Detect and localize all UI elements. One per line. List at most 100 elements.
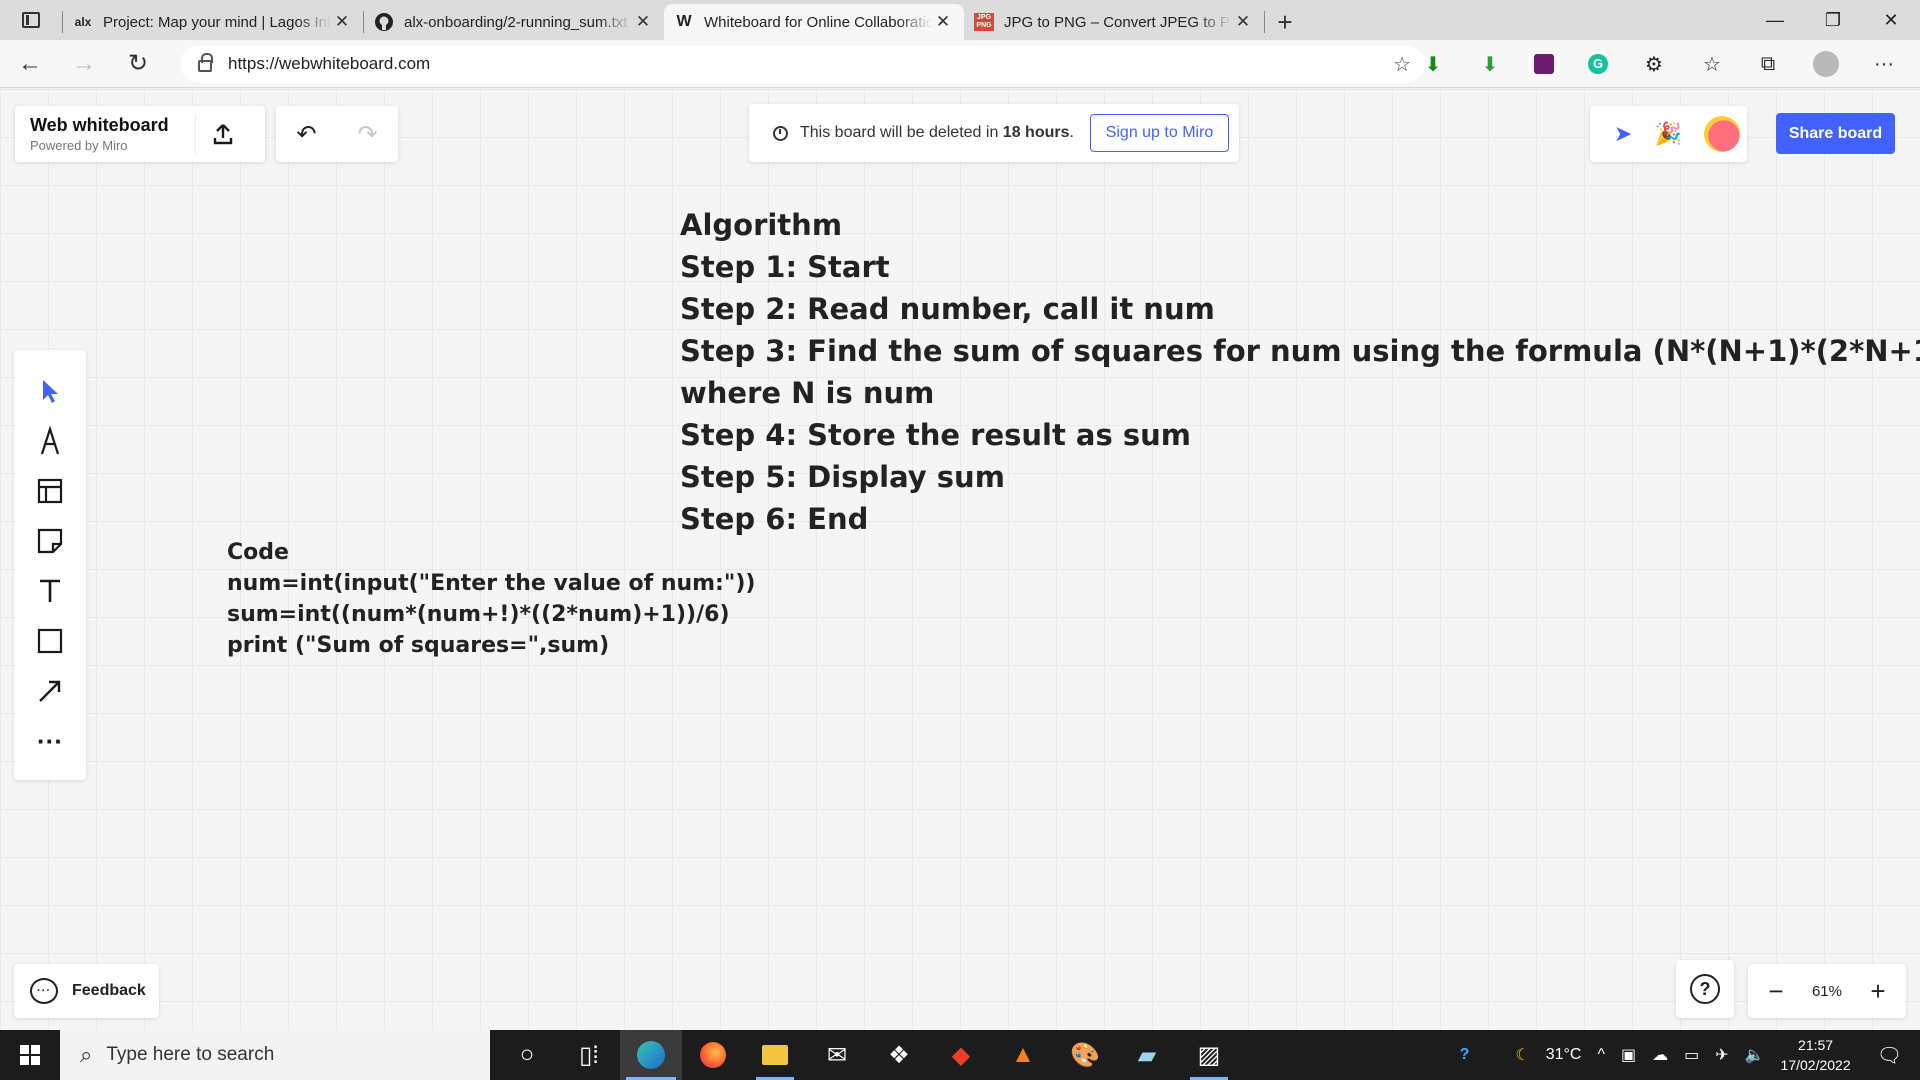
show-hidden-icons-icon[interactable]: ^ [1589, 1046, 1613, 1064]
mail-icon[interactable]: ✉ [806, 1030, 868, 1080]
help-button[interactable]: ? [1676, 960, 1734, 1018]
tab-actions-icon [22, 12, 40, 28]
upload-icon[interactable] [195, 114, 250, 154]
vlc-icon[interactable]: ▲ [992, 1030, 1054, 1080]
close-tab-icon[interactable]: ✕ [331, 12, 353, 32]
jpg-png-favicon-icon: JPG PNG [974, 13, 994, 31]
extension-app-icon[interactable] [1526, 46, 1562, 82]
algorithm-line: Step 3: Find the sum of squares for num … [680, 334, 1920, 368]
close-tab-icon[interactable]: ✕ [632, 12, 654, 32]
github-icon [374, 13, 394, 31]
alx-favicon-icon: alx [74, 15, 92, 29]
feedback-label: Feedback [72, 982, 146, 999]
collections-icon[interactable]: ⧉ [1750, 46, 1786, 82]
profile-avatar[interactable] [1808, 46, 1844, 82]
temperature[interactable]: 31°C [1538, 1046, 1590, 1064]
zoom-in-icon[interactable]: + [1858, 976, 1898, 1007]
task-view-icon[interactable]: ▯⁞ [558, 1030, 620, 1080]
cursor-filter-icon[interactable]: ➤ [1614, 121, 1632, 147]
more-menu-icon[interactable]: ··· [1866, 46, 1902, 82]
restore-icon[interactable]: ❐ [1804, 0, 1862, 40]
notepad-icon[interactable]: ▰ [1116, 1030, 1178, 1080]
grammarly-icon[interactable]: G [1580, 46, 1616, 82]
meet-now-icon[interactable]: ▣ [1613, 1045, 1644, 1065]
browser-tab-jpg-to-png[interactable]: JPG PNG JPG to PNG – Convert JPEG to PNG… [964, 4, 1264, 40]
connector-tool-icon[interactable] [26, 666, 74, 716]
zoom-controls: − 61% + [1748, 964, 1906, 1018]
sticky-note-tool-icon[interactable] [26, 516, 74, 566]
volume-icon[interactable]: 🔈 [1737, 1045, 1773, 1065]
url-text: https://webwhiteboard.com [228, 54, 431, 73]
browser-tab-github[interactable]: alx-onboarding/2-running_sum.txt ✕ [364, 4, 664, 40]
board-title: Web whiteboard [30, 115, 169, 135]
celebration-icon[interactable]: 🎉 [1654, 121, 1681, 147]
windows-taskbar: ⌕ Type here to search ○ ▯⁞ ✉ ❖ ◆ ▲ 🎨 ▰ ▨… [0, 1030, 1920, 1080]
forward-icon[interactable]: → [60, 44, 108, 84]
select-tool-icon[interactable] [26, 366, 74, 416]
taskbar-search[interactable]: ⌕ Type here to search [60, 1030, 490, 1080]
start-button[interactable] [0, 1030, 60, 1080]
notice-prefix: This board will be deleted in [800, 124, 999, 141]
undo-icon[interactable]: ↶ [276, 106, 337, 162]
zoom-level[interactable]: 61% [1812, 983, 1842, 1000]
minimize-icon[interactable]: — [1746, 0, 1804, 40]
zoom-out-icon[interactable]: − [1756, 976, 1796, 1007]
dropbox-icon[interactable]: ❖ [868, 1030, 930, 1080]
close-tab-icon[interactable]: ✕ [932, 12, 954, 32]
refresh-icon[interactable]: ↻ [114, 44, 162, 84]
close-tab-icon[interactable]: ✕ [1232, 12, 1254, 32]
algorithm-line: Step 1: Start [680, 250, 890, 284]
lock-icon [198, 53, 213, 72]
network-icon[interactable]: ✈ [1707, 1045, 1736, 1065]
close-window-icon[interactable]: ✕ [1862, 0, 1920, 40]
tab-actions-button[interactable] [0, 0, 62, 40]
download-arrow-icon[interactable]: ⬇ [1415, 46, 1451, 82]
algorithm-line: Step 6: End [680, 502, 869, 536]
cortana-icon[interactable]: ○ [496, 1030, 558, 1080]
edge-browser-icon[interactable] [620, 1030, 682, 1080]
algorithm-line: where N is num [680, 376, 935, 410]
photos-icon[interactable]: ▨ [1178, 1030, 1240, 1080]
pen-tool-icon[interactable] [26, 416, 74, 466]
text-tool-icon[interactable] [26, 566, 74, 616]
algorithm-line: Step 4: Store the result as sum [680, 418, 1191, 452]
window-controls: — ❐ ✕ [1746, 0, 1920, 40]
undo-redo-panel: ↶ ↷ [276, 106, 398, 162]
browser-tab-whiteboard[interactable]: W Whiteboard for Online Collaboration ✕ [664, 4, 964, 40]
new-tab-button[interactable]: + [1265, 4, 1305, 40]
notice-suffix: . [1069, 124, 1074, 141]
firefox-icon[interactable] [682, 1030, 744, 1080]
shape-tool-icon[interactable] [26, 616, 74, 666]
code-text-block[interactable]: Code num=int(input("Enter the value of n… [227, 537, 755, 661]
add-favorite-icon[interactable]: ☆ [1393, 52, 1411, 77]
browser-tab-strip: alx Project: Map your mind | Lagos Intra… [0, 0, 1920, 40]
sign-up-button[interactable]: Sign up to Miro [1090, 114, 1229, 152]
redo-icon[interactable]: ↷ [337, 106, 398, 162]
back-icon[interactable]: ← [6, 44, 54, 84]
clock-icon [773, 125, 788, 141]
more-tools-icon[interactable]: ··· [26, 716, 74, 766]
browser-tab-alx[interactable]: alx Project: Map your mind | Lagos Intra… [63, 4, 363, 40]
algorithm-text-block[interactable]: Algorithm Step 1: Start Step 2: Read num… [680, 204, 1920, 540]
onedrive-icon[interactable]: ☁ [1644, 1045, 1676, 1065]
taskbar-clock[interactable]: 21:57 17/02/2022 [1773, 1035, 1869, 1075]
address-bar[interactable]: https://webwhiteboard.com ☆ [180, 46, 1425, 82]
weather-moon-icon[interactable]: ☾ [1507, 1045, 1537, 1065]
file-explorer-icon[interactable] [744, 1030, 806, 1080]
battery-icon[interactable]: ▭ [1676, 1045, 1707, 1065]
extensions-puzzle-icon[interactable]: ⚙ [1636, 46, 1672, 82]
notifications-icon[interactable]: 🗨 [1869, 1043, 1920, 1068]
frame-tool-icon[interactable] [26, 466, 74, 516]
feedback-button[interactable]: ··· Feedback [14, 964, 159, 1018]
favorites-icon[interactable]: ☆ [1694, 46, 1730, 82]
brand-panel: Web whiteboard Powered by Miro [15, 106, 265, 162]
browser-toolbar: ← → ↻ https://webwhiteboard.com ☆ ⬇ ⬇ G … [0, 40, 1920, 88]
share-board-button[interactable]: Share board [1776, 113, 1895, 154]
code-line: num=int(input("Enter the value of num:")… [227, 571, 756, 596]
help-tray-icon[interactable]: ? [1452, 1046, 1478, 1064]
paint-icon[interactable]: 🎨 [1054, 1030, 1116, 1080]
avatar[interactable] [1703, 116, 1740, 152]
extension-badge-icon[interactable]: ⬇ [1472, 46, 1508, 82]
anydesk-icon[interactable]: ◆ [930, 1030, 992, 1080]
deletion-notice: This board will be deleted in 18 hours. … [749, 104, 1239, 162]
